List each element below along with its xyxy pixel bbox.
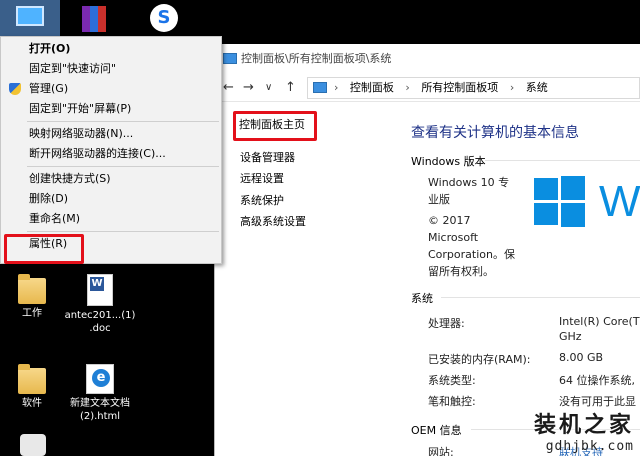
advanced-system-settings-link[interactable]: 高级系统设置: [240, 213, 306, 229]
breadcrumb-control-panel[interactable]: 控制面板: [350, 81, 394, 94]
desktop-icon-doc-file[interactable]: W antec201...(1) .doc: [64, 274, 136, 335]
menu-item-delete[interactable]: 删除(D): [1, 189, 221, 209]
menu-item-pin-quick-access[interactable]: 固定到"快速访问": [1, 59, 221, 79]
chevron-right-icon: ›: [334, 81, 339, 94]
watermark-en: gdhjbk.com: [545, 439, 634, 454]
folder-icon: [18, 274, 46, 304]
desktop-icon-software-folder[interactable]: 软件: [2, 364, 62, 410]
desktop-partial-icon[interactable]: [20, 434, 46, 456]
processor-label: 处理器:: [428, 317, 465, 330]
window-title: 控制面板\所有控制面板项\系统: [241, 52, 392, 65]
window-titlebar: 控制面板\所有控制面板项\系统: [215, 44, 640, 74]
folder-icon: [18, 364, 46, 394]
website-label: 网站:: [428, 446, 454, 456]
watermark: 装机之家 gdhjbk.com: [534, 407, 634, 454]
windows-logo-icon: [534, 176, 586, 227]
desktop-icon-label: 新建文本文档 (2).html: [70, 398, 130, 422]
ram-label: 已安装的内存(RAM):: [428, 353, 531, 366]
edition-block: Windows 10 专业版 © 2017 Microsoft Corporat…: [428, 174, 518, 280]
menu-item-open[interactable]: 打开(O): [1, 39, 221, 59]
pen-touch-label: 笔和触控:: [428, 395, 476, 408]
oem-section-title: OEM 信息: [411, 424, 462, 437]
recent-locations-dropdown[interactable]: ∨: [265, 82, 272, 93]
page-title: 查看有关计算机的基本信息: [411, 125, 579, 141]
device-manager-link[interactable]: 设备管理器: [240, 149, 295, 165]
highlight-box: [4, 234, 84, 264]
windows-edition-section-title: Windows 版本: [411, 155, 486, 168]
remote-settings-link[interactable]: 远程设置: [240, 170, 284, 186]
system-info-pane: 查看有关计算机的基本信息 Windows 版本 Windows 10 专业版 ©…: [401, 102, 640, 456]
breadcrumb-all-items[interactable]: 所有控制面板项: [421, 81, 498, 94]
menu-item-disconnect-drive[interactable]: 断开网络驱动器的连接(C)...: [1, 144, 221, 164]
system-section-title: 系统: [411, 292, 433, 305]
copyright-text: © 2017 Microsoft Corporation。保留所有权利。: [428, 214, 515, 278]
menu-item-pin-start[interactable]: 固定到"开始"屏幕(P): [1, 99, 221, 119]
system-type-label: 系统类型:: [428, 374, 476, 387]
highlight-box: [233, 111, 317, 141]
watermark-cn: 装机之家: [533, 413, 634, 438]
winrar-icon[interactable]: [76, 0, 112, 38]
processor-value-cont: GHz: [559, 330, 582, 343]
up-button[interactable]: ↑: [285, 80, 296, 95]
sogou-icon[interactable]: S: [146, 0, 182, 38]
system-type-value: 64 位操作系统,: [559, 374, 635, 387]
this-pc-icon[interactable]: [0, 0, 60, 38]
menu-separator: [27, 121, 219, 122]
word-document-icon: W: [87, 274, 113, 306]
control-panel-icon: [313, 82, 327, 93]
section-divider: [485, 160, 640, 161]
menu-item-create-shortcut[interactable]: 创建快捷方式(S): [1, 169, 221, 189]
desktop-icon-label: antec201...(1) .doc: [64, 310, 136, 334]
menu-item-manage-label: 管理(G): [29, 82, 69, 95]
windows-logo-text: W: [599, 177, 640, 226]
menu-item-map-drive[interactable]: 映射网络驱动器(N)...: [1, 124, 221, 144]
desktop-icon-label: 工作: [22, 308, 42, 319]
menu-separator: [27, 231, 219, 232]
forward-button[interactable]: →: [243, 80, 254, 95]
menu-item-rename[interactable]: 重命名(M): [1, 209, 221, 229]
menu-item-manage[interactable]: 管理(G): [1, 79, 221, 99]
chevron-right-icon: ›: [509, 81, 515, 94]
context-menu: 打开(O) 固定到"快速访问" 管理(G) 固定到"开始"屏幕(P) 映射网络驱…: [0, 36, 222, 264]
chevron-right-icon: ›: [405, 81, 410, 94]
system-window: 控制面板\所有控制面板项\系统 ← → ∨ ↑ › 控制面板 › 所有控制面板项…: [214, 44, 640, 456]
ram-value: 8.00 GB: [559, 351, 604, 364]
menu-separator: [27, 166, 219, 167]
system-protection-link[interactable]: 系统保护: [240, 192, 284, 208]
back-button[interactable]: ←: [223, 80, 234, 95]
address-toolbar: ← → ∨ ↑ › 控制面板 › 所有控制面板项 › 系统: [215, 74, 640, 102]
uac-shield-icon: [9, 83, 21, 95]
desktop-icon-work-folder[interactable]: 工作: [2, 274, 62, 320]
address-bar[interactable]: › 控制面板 › 所有控制面板项 › 系统: [307, 77, 640, 99]
desktop-icon-html-file[interactable]: e 新建文本文档 (2).html: [58, 364, 142, 423]
desktop-icon-label: 软件: [22, 398, 42, 409]
edge-browser-icon: e: [86, 364, 114, 394]
edition-name: Windows 10 专业版: [428, 176, 510, 206]
control-panel-icon: [223, 53, 237, 64]
section-divider: [441, 297, 640, 298]
processor-value: Intel(R) Core(TM: [559, 315, 640, 328]
breadcrumb-system[interactable]: 系统: [526, 81, 548, 94]
